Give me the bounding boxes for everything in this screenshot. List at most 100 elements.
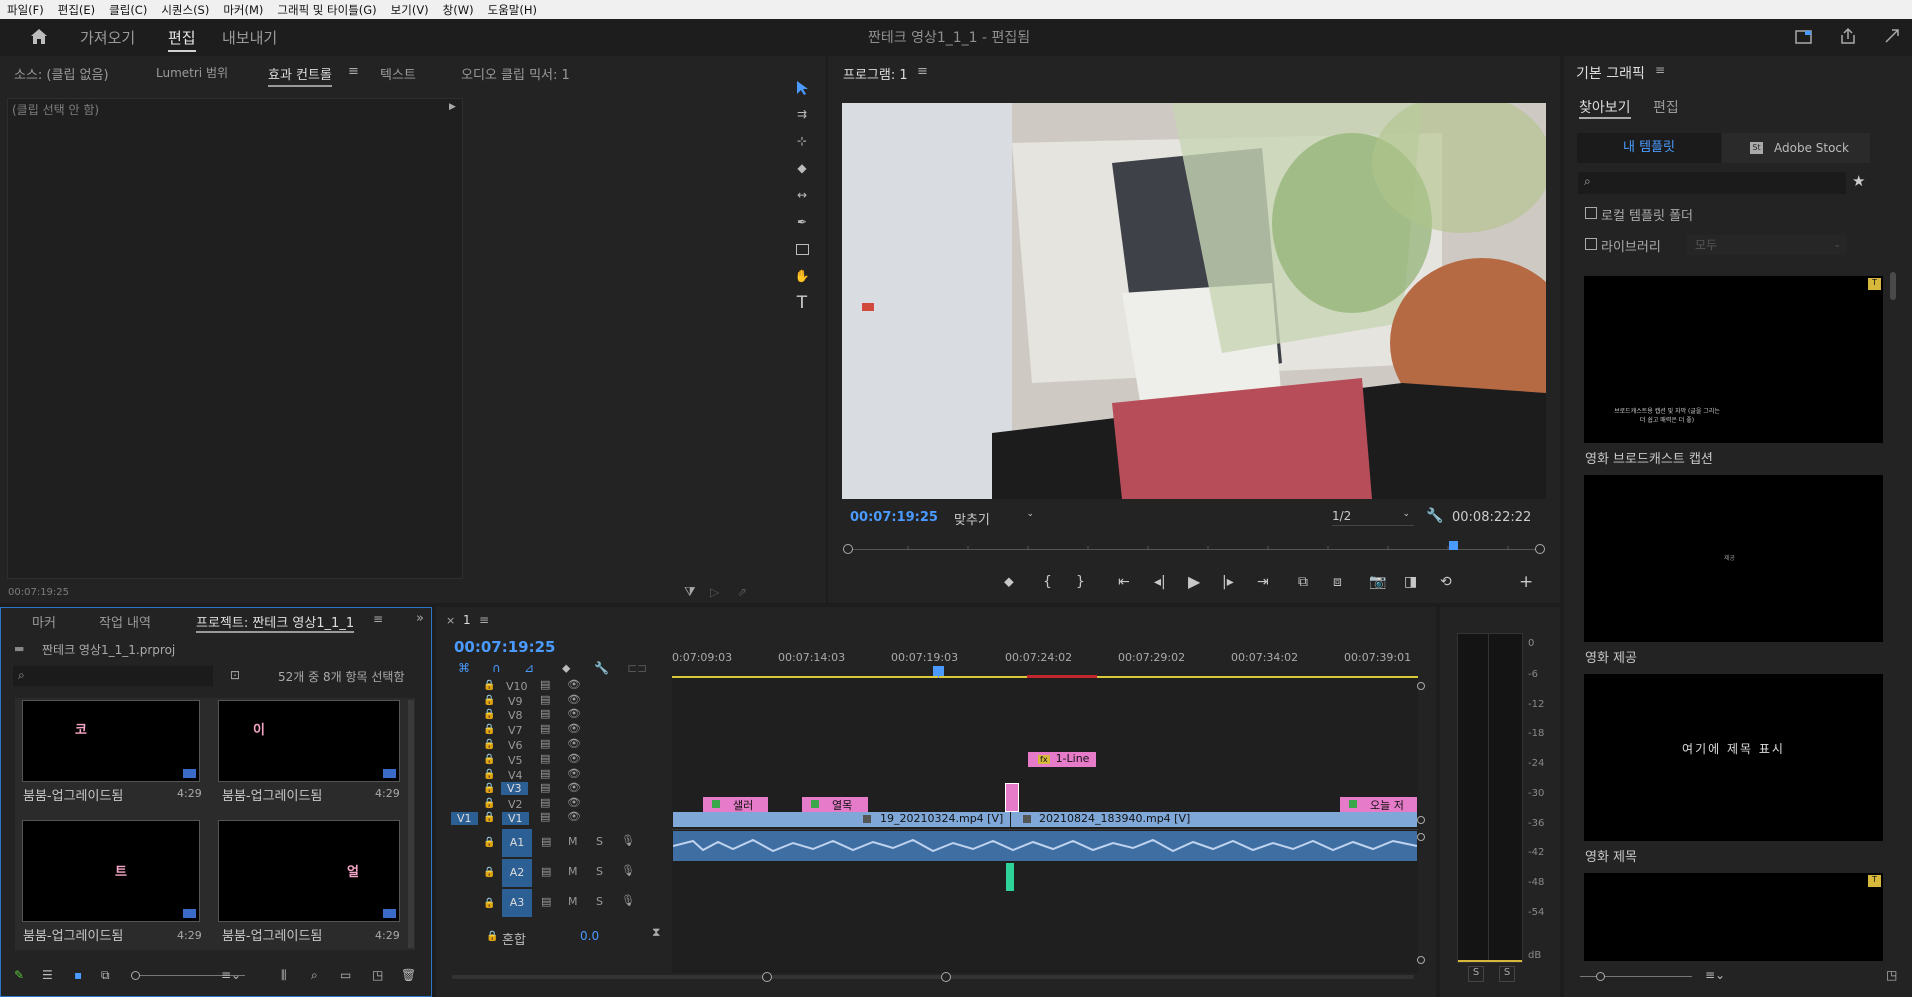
sync-icon[interactable]: ▤ <box>540 810 550 823</box>
template-thumb[interactable]: T <box>1584 873 1883 961</box>
tab-browse[interactable]: 찾아보기 <box>1579 97 1631 119</box>
snap-icon[interactable]: ∩ <box>492 661 501 675</box>
multicam-icon[interactable]: ⟲ <box>1440 574 1452 590</box>
clip-v3-v2[interactable] <box>1005 783 1019 812</box>
new-template-icon[interactable]: ◳ <box>1886 968 1897 982</box>
mark-out-icon[interactable]: } <box>1076 574 1085 590</box>
more-panels-icon[interactable]: » <box>416 611 424 626</box>
eye-icon[interactable]: 👁 <box>567 752 581 765</box>
lock-icon[interactable]: 🔒 <box>486 931 498 942</box>
sync-icon[interactable]: ▤ <box>540 737 550 750</box>
find-icon[interactable]: ⊡ <box>230 668 240 682</box>
filter-icon[interactable]: ⧩ <box>684 585 696 600</box>
project-thumb[interactable]: 코 <box>22 700 200 782</box>
go-to-in-icon[interactable]: ⇤ <box>1118 574 1130 590</box>
menu-marker[interactable]: 마커(M) <box>216 2 270 18</box>
ripple-edit-icon[interactable]: ⊹ <box>784 130 820 152</box>
sync-icon[interactable]: ▤ <box>540 767 550 780</box>
time-ruler[interactable]: 0:07:09:03 00:07:14:03 00:07:19:03 00:07… <box>672 648 1418 678</box>
pencil-icon[interactable]: ✎ <box>14 968 24 982</box>
lock-icon[interactable]: 🔒 <box>483 680 495 691</box>
camera-icon[interactable]: 📷 <box>1369 574 1386 590</box>
template-thumb[interactable]: T 브로드캐스트용 캡션 및 자막 (글을 그리는 더 쉽고 매력은 더 좋) <box>1584 276 1883 443</box>
mix-value[interactable]: 0.0 <box>580 929 599 943</box>
lock-icon[interactable]: 🔒 <box>483 754 495 765</box>
razor-tool-icon[interactable]: ◆ <box>784 157 820 179</box>
rectangle-tool-icon[interactable] <box>784 238 820 260</box>
tab-project[interactable]: 프로젝트: 짠테크 영상1_1_1 <box>196 612 355 633</box>
close-tab-icon[interactable]: × <box>446 614 455 627</box>
clip-text-3[interactable]: 오늘 저 <box>1340 797 1417 812</box>
graphics-search-input[interactable]: ⌕ <box>1578 172 1846 194</box>
menu-file[interactable]: 파일(F) <box>0 2 51 18</box>
program-menu-icon[interactable]: ≡ <box>917 64 928 79</box>
template-thumb[interactable]: 제공 <box>1584 475 1883 642</box>
clip-text-2[interactable]: 열목 <box>802 797 868 812</box>
lock-icon[interactable]: 🔒 <box>483 867 495 878</box>
menu-clip[interactable]: 클립(C) <box>102 2 154 18</box>
track-scroll-handle[interactable] <box>1417 956 1425 964</box>
add-button-icon[interactable]: + <box>1519 572 1533 592</box>
type-tool-icon[interactable]: T <box>784 292 820 314</box>
tab-edit[interactable]: 편집 <box>168 27 196 52</box>
sync-icon[interactable]: ▤ <box>540 752 550 765</box>
clip-v1-b[interactable]: 20210824_183940.mp4 [V] <box>1011 812 1417 827</box>
eye-icon[interactable]: 👁 <box>567 737 581 750</box>
track-scroll-handle[interactable] <box>1417 816 1425 824</box>
extract-icon[interactable]: ⧈ <box>1333 574 1342 590</box>
library-dropdown[interactable]: 모두 ⌄ <box>1687 235 1847 255</box>
lock-icon[interactable]: 🔒 <box>483 783 495 794</box>
clip-text-1[interactable]: 샐러 <box>703 797 768 812</box>
sync-icon[interactable]: ▤ <box>541 895 551 908</box>
home-icon[interactable] <box>30 28 48 45</box>
new-bin-icon[interactable]: ▭ <box>340 968 351 982</box>
menu-help[interactable]: 도움말(H) <box>481 2 544 18</box>
expand-triangle-icon[interactable]: ▶ <box>449 102 456 112</box>
solo-right-button[interactable]: S <box>1499 966 1515 982</box>
eye-icon[interactable]: 👁 <box>567 722 581 735</box>
export-icon[interactable]: ⇗ <box>737 585 747 599</box>
step-back-icon[interactable]: ◂| <box>1154 574 1166 590</box>
menu-graphics[interactable]: 그래픽 및 타이틀(G) <box>270 2 383 18</box>
clip-v1-a[interactable]: 19_20210324.mp4 [V] <box>673 812 1010 827</box>
mute-icon[interactable]: M <box>568 835 578 848</box>
menu-edit[interactable]: 편집(E) <box>51 2 102 18</box>
program-timecode[interactable]: 00:07:19:25 <box>850 510 938 525</box>
scroll-handle-left[interactable] <box>762 972 772 982</box>
trash-icon[interactable]: 🗑 <box>401 968 416 982</box>
tab-history[interactable]: 작업 내역 <box>99 612 151 631</box>
tab-graphics-edit[interactable]: 편집 <box>1653 97 1679 117</box>
lift-icon[interactable]: ⧉ <box>1298 574 1308 590</box>
graphics-sort-icon[interactable]: ≡⌄ <box>1705 968 1725 982</box>
tab-export[interactable]: 내보내기 <box>222 27 277 48</box>
mark-in-icon[interactable]: { <box>1043 574 1052 590</box>
share-icon[interactable] <box>1839 27 1857 45</box>
mic-icon[interactable]: 🎙 <box>621 894 635 907</box>
sync-icon[interactable]: ▤ <box>540 796 550 809</box>
play-only-icon[interactable]: ▷ <box>710 585 719 599</box>
scrub-end-handle[interactable] <box>1535 544 1545 554</box>
mute-icon[interactable]: M <box>568 895 578 908</box>
program-scrub-bar[interactable] <box>843 541 1545 559</box>
clip-fx-title[interactable]: fx 1-Line <box>1028 752 1096 767</box>
source-patch-v1[interactable]: V1 <box>451 812 478 825</box>
eye-icon[interactable]: 👁 <box>567 678 581 691</box>
play-icon[interactable]: ▶ <box>1188 572 1200 591</box>
my-templates-button[interactable]: 내 템플릿 <box>1577 133 1721 163</box>
mic-icon[interactable]: 🎙 <box>621 834 635 847</box>
graphics-scrollbar[interactable] <box>1890 272 1896 300</box>
solo-left-button[interactable]: S <box>1468 966 1484 982</box>
zoom-slider-handle[interactable] <box>131 971 140 980</box>
slip-tool-icon[interactable]: ↔ <box>784 184 820 206</box>
find-magnifier-icon[interactable]: ⌕ <box>311 968 318 983</box>
timeline-timecode[interactable]: 00:07:19:25 <box>454 638 556 656</box>
track-label-a2[interactable]: A2 <box>502 859 532 887</box>
mix-keyframe-icon[interactable]: ⧗ <box>652 925 660 940</box>
scroll-handle-right[interactable] <box>941 972 951 982</box>
menu-window[interactable]: 창(W) <box>436 2 481 18</box>
graphics-menu-icon[interactable]: ≡ <box>1655 63 1665 77</box>
sequence-tab[interactable]: 1 <box>463 613 471 627</box>
lock-icon[interactable]: 🔒 <box>483 739 495 750</box>
sync-icon[interactable]: ▤ <box>540 707 550 720</box>
lock-icon[interactable]: 🔒 <box>483 709 495 720</box>
